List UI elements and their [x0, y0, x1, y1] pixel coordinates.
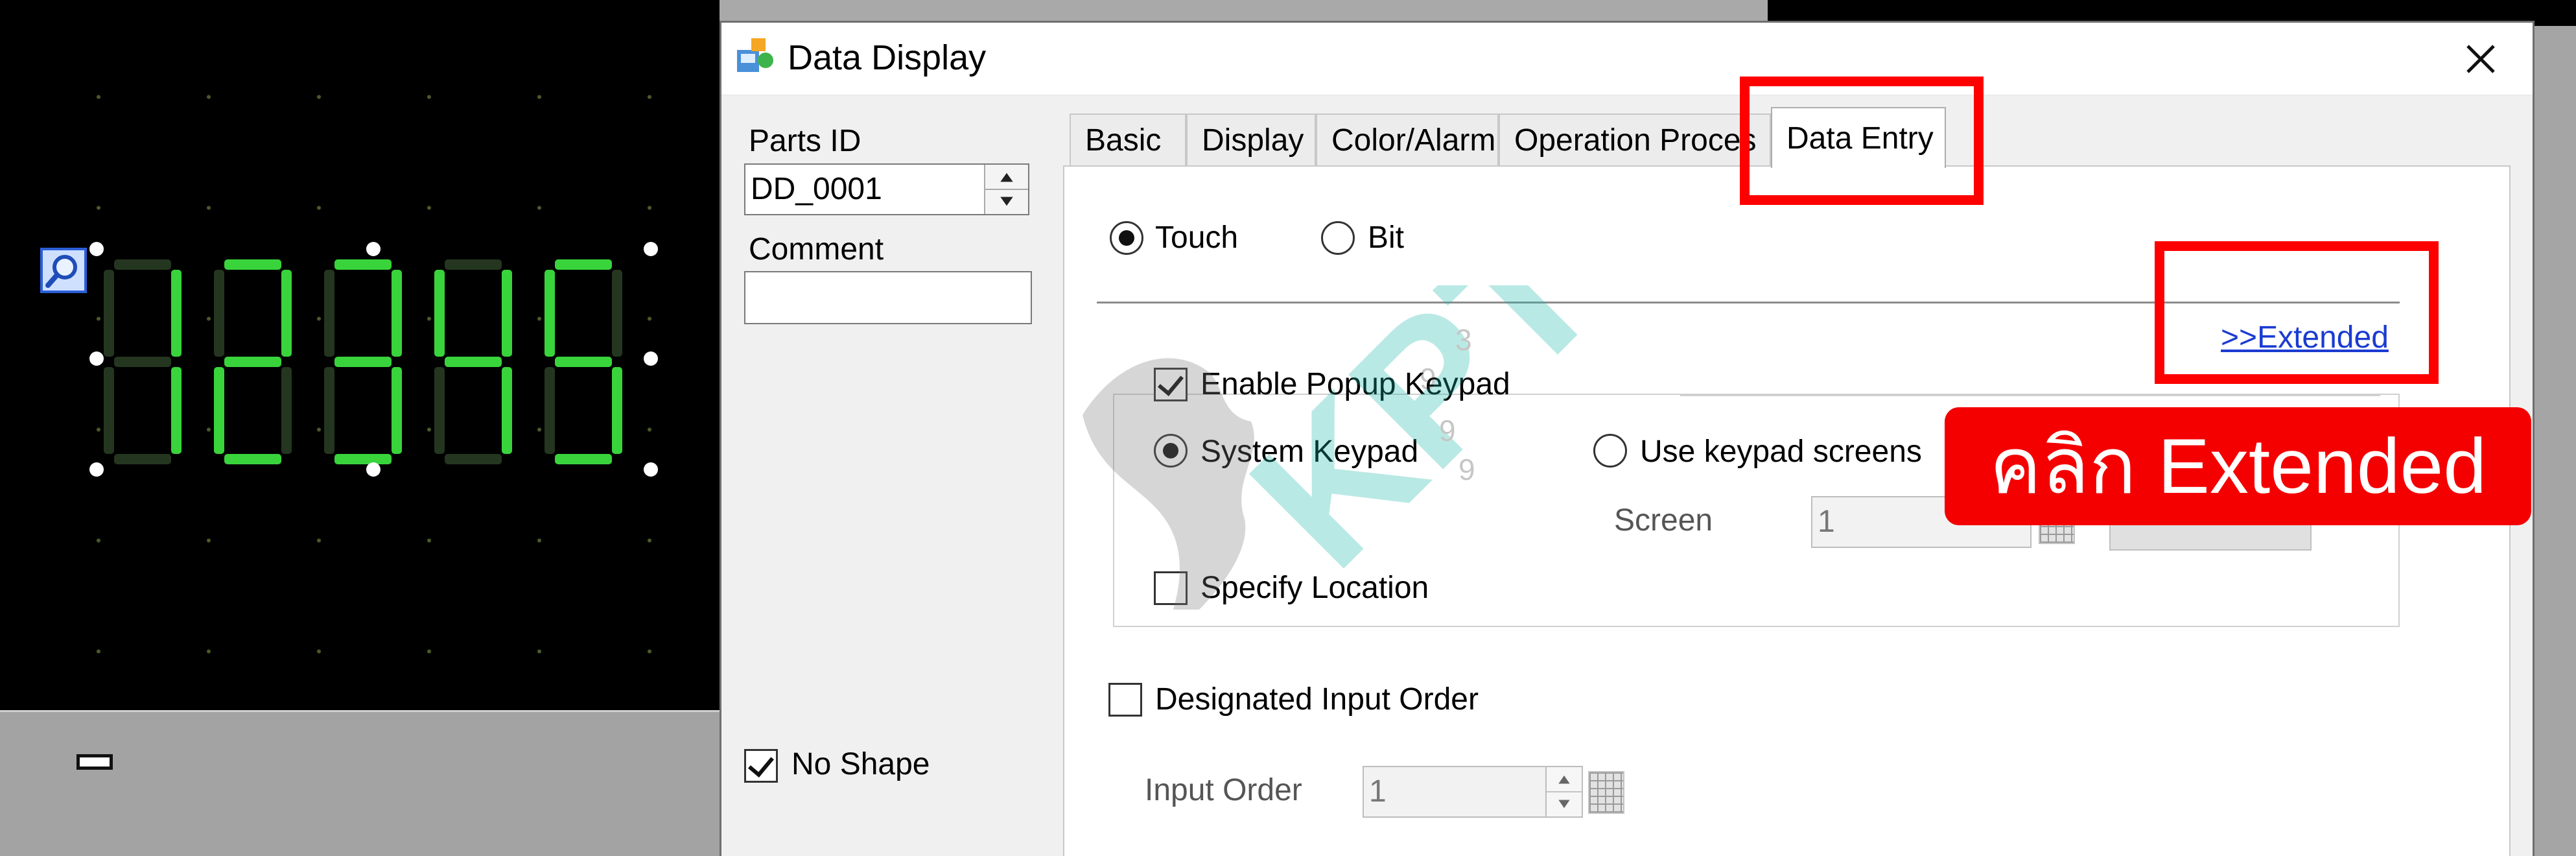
seven-segment-bar: [555, 259, 612, 270]
seven-segment-bar: [544, 367, 555, 454]
watermark-text: KPT: [1210, 285, 1639, 607]
seven-segment-bar: [445, 454, 502, 464]
bit-label: Bit: [1368, 220, 1405, 255]
tab-color-alarm[interactable]: Color/Alarm: [1316, 113, 1499, 167]
seven-segment-bar: [224, 357, 281, 367]
group-box-top-line: [1680, 395, 2380, 396]
seven-segment-bar: [104, 270, 114, 357]
seven-segment-bar: [114, 259, 171, 270]
watermark-digit: 9: [1420, 362, 1436, 396]
tab-basic[interactable]: Basic: [1070, 113, 1186, 167]
seven-segment-bar: [445, 357, 502, 367]
dialog-title: Data Display: [788, 38, 987, 77]
seven-segment-bar: [434, 270, 445, 357]
seven-segment-bar: [334, 259, 392, 270]
watermark-digit: 3: [1455, 323, 1472, 357]
seven-segment-bar: [555, 454, 612, 464]
seven-segment-bar: [334, 454, 392, 464]
selection-handle[interactable]: [89, 351, 104, 366]
seven-segment-bar: [445, 259, 502, 270]
seven-segment-bar: [434, 367, 445, 454]
seven-segment-bar: [281, 270, 292, 357]
selection-handle[interactable]: [89, 242, 104, 256]
seven-segment-bar: [324, 367, 334, 454]
seven-segment-bar: [171, 367, 181, 454]
tab-display[interactable]: Display: [1186, 113, 1316, 167]
data-entry-highlight-box: [1740, 77, 1984, 205]
seven-segment-bar: [502, 367, 512, 454]
no-shape-checkbox[interactable]: [744, 749, 778, 783]
magnifier-icon[interactable]: [40, 248, 87, 293]
seven-segment-bar: [214, 367, 224, 454]
parts-id-spinner[interactable]: [984, 165, 1028, 214]
seven-segment-display[interactable]: [97, 243, 655, 473]
tab-operation-process[interactable]: Operation Proces: [1499, 113, 1771, 167]
seven-segment-bar: [224, 454, 281, 464]
designated-input-order-label: Designated Input Order: [1155, 682, 1479, 717]
seven-segment-bar: [171, 270, 181, 357]
seven-segment-bar: [502, 270, 512, 357]
parts-id-label: Parts ID: [749, 124, 861, 158]
watermark-digit: 9: [1458, 453, 1475, 486]
input-order-spinner[interactable]: [1545, 767, 1582, 816]
seven-segment-bar: [214, 270, 224, 357]
selection-handle[interactable]: [644, 462, 658, 477]
touch-label: Touch: [1155, 220, 1239, 255]
seven-segment-bar: [281, 367, 292, 454]
seven-segment-bar: [555, 357, 612, 367]
selection-handle[interactable]: [366, 462, 381, 477]
selection-handle[interactable]: [644, 242, 658, 256]
comment-label: Comment: [749, 232, 884, 267]
selection-handle[interactable]: [644, 351, 658, 366]
seven-segment-bar: [392, 270, 402, 357]
seven-segment-bar: [392, 367, 402, 454]
close-icon[interactable]: [2455, 33, 2507, 85]
selection-handle[interactable]: [366, 242, 381, 256]
extended-highlight-box: [2155, 241, 2439, 384]
seven-segment-bar: [612, 367, 622, 454]
dialog-titlebar[interactable]: Data Display: [721, 23, 2533, 95]
editor-bottom-area: [0, 710, 720, 856]
seven-segment-bar: [104, 367, 114, 454]
selection-handle[interactable]: [89, 462, 104, 477]
input-order-grid-icon[interactable]: [1588, 771, 1624, 814]
seven-segment-bar: [114, 454, 171, 464]
bit-radio[interactable]: [1321, 221, 1355, 255]
kpt-watermark-logo: KPT 9 9 3 9: [1083, 285, 1639, 610]
designated-input-order-checkbox[interactable]: [1108, 683, 1142, 717]
watermark-digit: 9: [1439, 414, 1456, 447]
seven-segment-bar: [324, 270, 334, 357]
minimized-window-icon[interactable]: [76, 754, 113, 770]
seven-segment-bar: [114, 357, 171, 367]
data-display-app-icon: [737, 38, 773, 72]
touch-radio[interactable]: [1110, 221, 1143, 255]
click-extended-banner: คลิก Extended: [1945, 407, 2531, 525]
seven-segment-bar: [612, 270, 622, 357]
no-shape-label: No Shape: [791, 747, 930, 781]
seven-segment-bar: [544, 270, 555, 357]
screenshot-root: Data Display Parts ID DD_0001 Comment No…: [0, 0, 2576, 856]
seven-segment-bar: [224, 259, 281, 270]
comment-field[interactable]: [744, 271, 1032, 324]
seven-segment-bar: [334, 357, 392, 367]
input-order-label: Input Order: [1145, 773, 1302, 807]
use-keypad-screens-label: Use keypad screens: [1640, 434, 1922, 469]
